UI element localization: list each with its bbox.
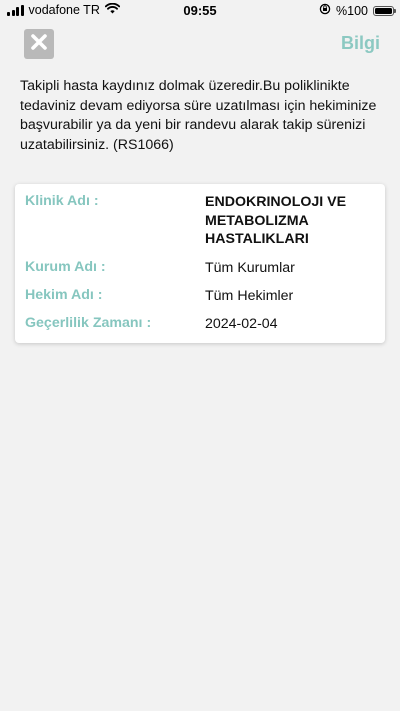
status-right: %100 xyxy=(319,3,396,18)
institution-label: Kurum Adı : xyxy=(25,259,106,275)
battery-icon xyxy=(373,5,396,16)
clinic-value: ENDOKRINOLOJI VE METABOLIZMA HASTALIKLAR… xyxy=(205,194,347,247)
institution-value: Tüm Kurumlar xyxy=(205,260,295,276)
doctor-label: Hekim Adı : xyxy=(25,287,103,303)
details-card: Klinik Adı : ENDOKRINOLOJI VE METABOLIZM… xyxy=(15,184,385,343)
close-icon xyxy=(30,33,48,56)
battery-percent: %100 xyxy=(336,3,368,18)
doctor-value: Tüm Hekimler xyxy=(205,288,294,304)
status-bar: vodafone TR 09:55 %100 xyxy=(0,0,400,22)
info-message: Takipli hasta kaydınız dolmak üzeredir.B… xyxy=(20,78,377,153)
rotation-lock-icon xyxy=(319,3,331,18)
close-button[interactable] xyxy=(24,29,54,59)
page-title: Bilgi xyxy=(341,33,380,53)
clinic-label: Klinik Adı : xyxy=(25,193,99,209)
validity-value: 2024-02-04 xyxy=(205,316,278,332)
validity-label: Geçerlilik Zamanı : xyxy=(25,315,152,331)
